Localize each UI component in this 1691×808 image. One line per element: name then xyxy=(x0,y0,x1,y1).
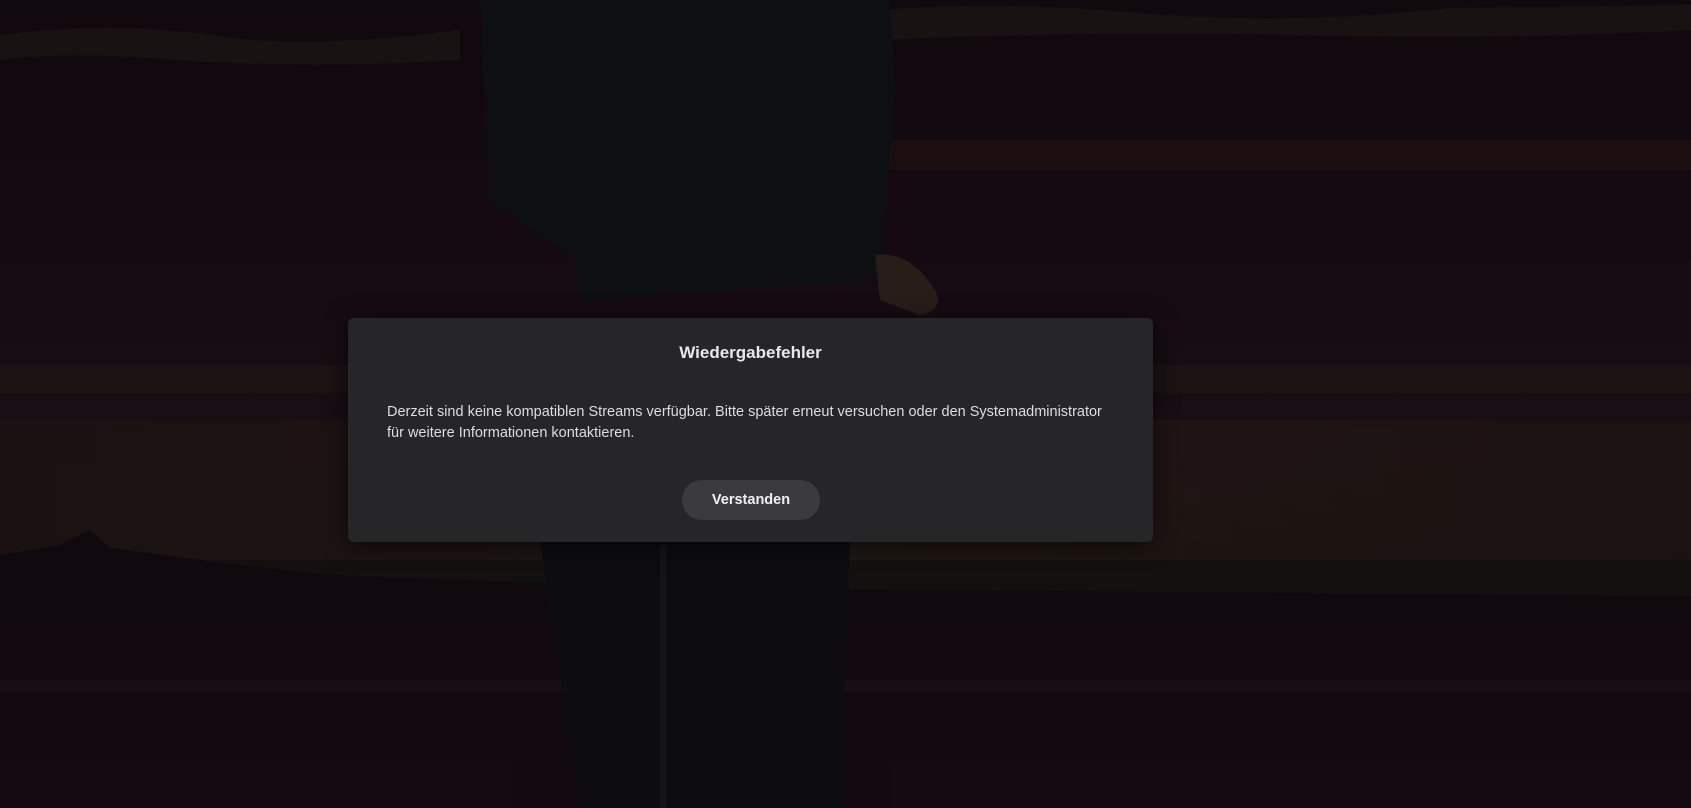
dialog-message: Derzeit sind keine kompatiblen Streams v… xyxy=(387,404,1102,441)
dialog-title: Wiedergabefehler xyxy=(679,343,822,362)
playback-error-dialog: Wiedergabefehler Derzeit sind keine komp… xyxy=(348,318,1153,542)
acknowledge-button[interactable]: Verstanden xyxy=(682,480,820,520)
